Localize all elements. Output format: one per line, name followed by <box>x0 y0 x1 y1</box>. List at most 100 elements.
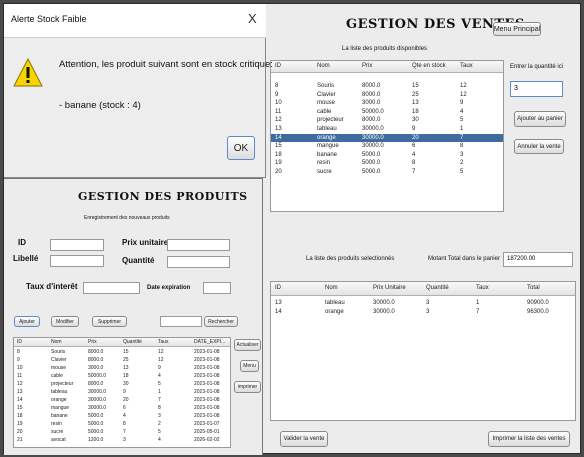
date-input[interactable] <box>203 282 231 294</box>
quantity-input[interactable]: 3 <box>510 81 563 97</box>
ajouter-button[interactable]: Ajouter <box>14 316 40 327</box>
table-cell: 20 <box>412 134 419 141</box>
table-cell: orange <box>317 134 336 141</box>
table-cell: projecteur <box>317 117 344 124</box>
modifier-button[interactable]: Modifier <box>51 316 79 327</box>
table-cell: 2023-01-08 <box>194 349 220 355</box>
table-row[interactable]: 10 mouse 3000.0 13 9 <box>271 99 503 108</box>
cart-table[interactable]: ID Nom Prix Unitaire Quantité Taux Total… <box>270 281 576 421</box>
table-row[interactable]: 19 resin 5000.0 8 2 <box>271 159 503 168</box>
table-cell: 6 <box>123 405 126 411</box>
table-cell: 14 <box>275 134 282 141</box>
table-row[interactable]: 20 sucre 5000.0 7 5 2025-05-01 <box>14 428 230 436</box>
libelle-input[interactable] <box>50 255 104 267</box>
table-cell: banane <box>317 151 338 158</box>
table-cell: 15 <box>123 349 129 355</box>
table-row[interactable]: 14 orange 30000.0 20 7 2023-01-08 <box>14 396 230 404</box>
rechercher-button[interactable]: Rechercher <box>204 316 238 327</box>
table-cell: 8000.0 <box>362 91 381 98</box>
table-row[interactable]: 9 Clavier 8000.0 25 12 <box>271 91 503 100</box>
table-row[interactable]: 19 resin 5000.0 8 2 2023-01-07 <box>14 420 230 428</box>
available-table-header: ID Nom Prix Qte en stock Taux <box>271 61 503 73</box>
table-row[interactable]: 14 orange 30000.0 3 7 96300.0 <box>271 308 575 317</box>
table-cell: 1 <box>476 300 480 306</box>
table-row[interactable]: 8 Souris 8000.0 15 12 <box>271 82 503 91</box>
available-caption: La liste des produits disponibles <box>342 46 428 52</box>
available-products-table[interactable]: ID Nom Prix Qte en stock Taux 8 Souris 800… <box>270 60 504 212</box>
table-cell: 30000.0 <box>88 389 107 395</box>
table-row[interactable]: 8 Souris 8000.0 15 12 2023-01-08 <box>14 348 230 356</box>
table-row[interactable]: 9 Clavier 8000.0 25 12 2023-01-08 <box>14 356 230 364</box>
products-table[interactable]: ID Nom Prix Quantité Taux DATE_EXPI... 8… <box>13 337 231 448</box>
table-row[interactable]: 21 avocat 1200.0 3 4 2026-02-02 <box>14 436 230 444</box>
table-cell: 7 <box>123 429 126 435</box>
table-row[interactable]: 15 mangue 30000.0 6 8 <box>271 142 503 151</box>
app-window: GESTION DES VENTES Menu Principal La lis… <box>3 3 581 455</box>
taux-input[interactable] <box>83 282 140 294</box>
table-cell: 8 <box>460 143 464 150</box>
table-row[interactable]: 14 orange 30000.0 20 7 <box>271 133 503 143</box>
table-cell: 19 <box>275 160 282 167</box>
table-row[interactable]: 13 tableau 30000.0 9 1 <box>271 125 503 134</box>
table-row[interactable]: 13 tableau 30000.0 3 1 90900.0 <box>271 299 575 308</box>
table-cell: 8 <box>17 349 20 355</box>
cancel-sale-button[interactable]: Annuler la vente <box>514 139 564 154</box>
table-row[interactable]: 12 projecteur 8000.0 30 5 <box>271 116 503 125</box>
imprimer-button[interactable]: imprimer <box>234 381 261 393</box>
supprimer-button[interactable]: Supprimer <box>92 316 127 327</box>
table-row[interactable]: 13 tableau 30000.0 9 1 2023-01-08 <box>14 388 230 396</box>
table-cell: 5000.0 <box>88 413 104 419</box>
table-row[interactable]: 20 sucre 5000.0 7 5 <box>271 168 503 177</box>
table-cell: 7 <box>158 397 161 403</box>
table-cell: avocat <box>51 437 66 443</box>
table-cell: 4 <box>460 108 464 115</box>
produits-subtitle: Enregistrement des nouveaux produits <box>84 215 170 221</box>
table-cell: 4 <box>158 437 161 443</box>
table-cell: 9 <box>123 389 126 395</box>
table-row[interactable]: 18 banane 5000.0 4 3 2023-01-08 <box>14 412 230 420</box>
table-cell: 2026-02-02 <box>194 437 220 443</box>
close-icon[interactable]: X <box>248 11 257 26</box>
table-cell: 10 <box>275 100 282 107</box>
table-row[interactable]: 18 banane 5000.0 4 3 <box>271 151 503 160</box>
table-cell: 1 <box>460 126 464 132</box>
prix-input[interactable] <box>167 239 230 251</box>
table-cell: 8 <box>158 405 161 411</box>
table-cell: 2023-01-08 <box>194 389 220 395</box>
table-cell: 2023-01-08 <box>194 405 220 411</box>
table-cell: cable <box>51 373 63 379</box>
table-row[interactable]: 11 cable 50000.0 18 4 2023-01-08 <box>14 372 230 380</box>
selected-caption: La liste des produits selectionnés <box>306 256 395 262</box>
total-field: 187200.00 <box>503 252 573 267</box>
table-row[interactable]: 12 projecteur 8000.0 30 5 2023-01-08 <box>14 380 230 388</box>
print-sales-button[interactable]: Imprimer la liste des ventes <box>488 431 570 447</box>
add-to-cart-button[interactable]: Ajouter au panier <box>514 111 566 127</box>
table-row[interactable]: 11 cable 50000.0 18 4 <box>271 108 503 117</box>
table-cell: 12 <box>158 349 164 355</box>
col-header: ID <box>17 339 22 345</box>
col-header: ID <box>275 63 281 69</box>
table-cell: 5000.0 <box>88 421 104 427</box>
table-cell: 9 <box>158 365 161 371</box>
menu-principal-button[interactable]: Menu Principal <box>493 22 541 36</box>
search-input[interactable] <box>160 316 202 327</box>
validate-sale-button[interactable]: Valider la vente <box>280 431 328 447</box>
table-cell: 3000.0 <box>362 100 381 107</box>
ok-button[interactable]: OK <box>227 136 255 160</box>
table-cell: 8000.0 <box>88 349 104 355</box>
table-row[interactable]: 10 mouse 3000.0 13 9 2023-01-08 <box>14 364 230 372</box>
table-cell: 50000.0 <box>88 373 107 379</box>
table-cell: 2023-01-08 <box>194 357 220 363</box>
table-cell: 4 <box>123 413 126 419</box>
quantite-input[interactable] <box>167 256 230 268</box>
actualiser-button[interactable]: Actualiser <box>234 339 261 351</box>
table-cell: 15 <box>412 83 419 89</box>
table-cell: 13 <box>275 300 282 306</box>
table-cell: 2 <box>460 160 464 167</box>
id-input[interactable] <box>50 239 104 251</box>
products-table-header: ID Nom Prix Quantité Taux DATE_EXPI... <box>14 338 230 347</box>
col-header: Total <box>527 285 540 291</box>
menu-button[interactable]: Menu <box>240 360 259 372</box>
table-row[interactable]: 15 mangue 30000.0 6 8 2023-01-08 <box>14 404 230 412</box>
table-cell: 30000.0 <box>373 300 395 306</box>
